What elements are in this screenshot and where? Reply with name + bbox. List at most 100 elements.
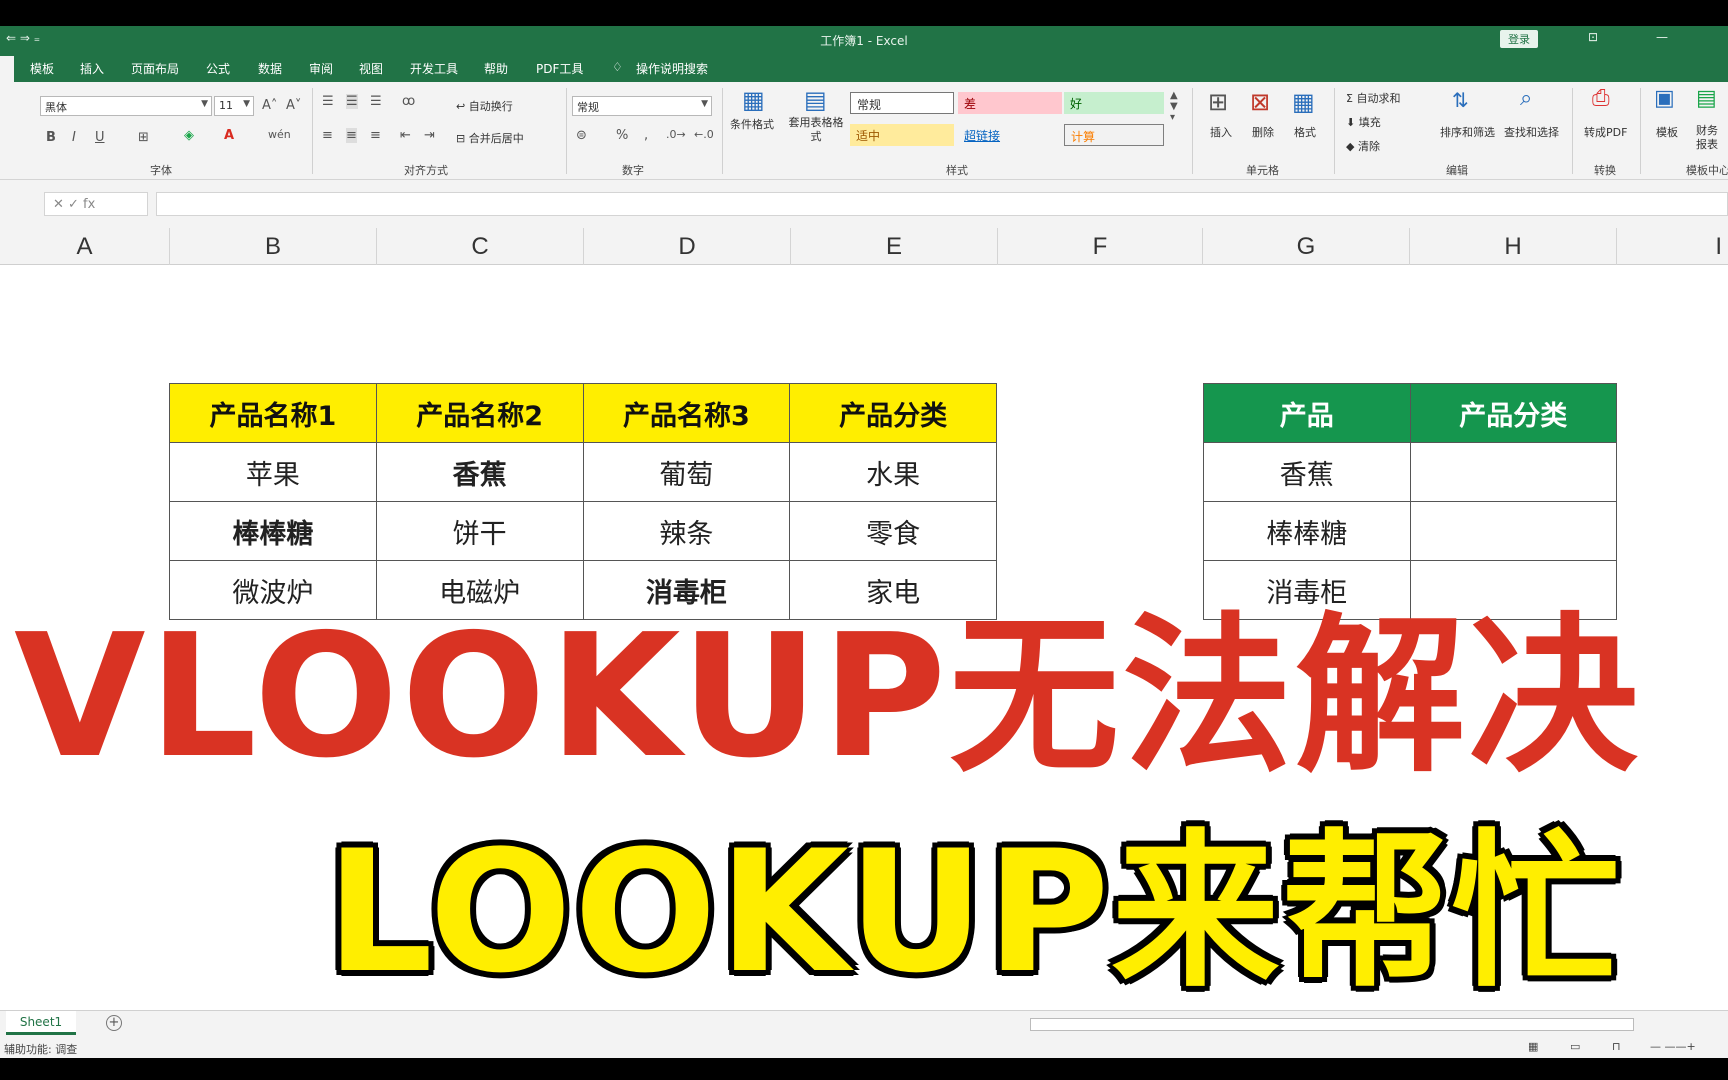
conditional-format-button[interactable]: 条件格式 bbox=[730, 116, 774, 132]
merge-center-button[interactable]: ⊟ 合并后居中 bbox=[456, 130, 524, 146]
col-header-c[interactable]: C bbox=[377, 228, 584, 265]
cell-highlighted[interactable]: 棒棒糖 bbox=[169, 501, 377, 561]
tab-page-layout[interactable]: 页面布局 bbox=[131, 60, 179, 77]
col-header-e[interactable]: E bbox=[791, 228, 998, 265]
wrap-text-button[interactable]: ↩ 自动换行 bbox=[456, 98, 513, 114]
header-cell[interactable]: 产品名称2 bbox=[375, 383, 584, 443]
increase-decimal-icon[interactable]: .0→ bbox=[666, 128, 686, 141]
insert-cells-button[interactable]: 插入 bbox=[1210, 124, 1232, 140]
finance-report-button[interactable]: 财务报表 bbox=[1696, 124, 1726, 154]
currency-icon[interactable]: ⊜ bbox=[576, 128, 587, 143]
zoom-slider[interactable]: — ——+ bbox=[1650, 1040, 1696, 1053]
tab-insert[interactable]: 插入 bbox=[80, 60, 104, 77]
sheet-tab-sheet1[interactable]: Sheet1 bbox=[6, 1011, 76, 1035]
col-header-d[interactable]: D bbox=[584, 228, 791, 265]
format-cells-button[interactable]: 格式 bbox=[1294, 124, 1316, 140]
style-good[interactable]: 好 bbox=[1064, 92, 1164, 114]
autosum-button[interactable]: Σ 自动求和 bbox=[1346, 90, 1400, 106]
col-header-i[interactable]: I bbox=[1617, 228, 1728, 265]
header-cell[interactable]: 产品名称3 bbox=[582, 383, 791, 443]
font-size-select[interactable]: 11 ▼ bbox=[214, 96, 254, 116]
align-center-icon[interactable]: ≡ bbox=[346, 128, 357, 143]
tab-active[interactable] bbox=[0, 56, 14, 82]
style-bad[interactable]: 差 bbox=[958, 92, 1062, 114]
decrease-decimal-icon[interactable]: ←.0 bbox=[694, 128, 714, 141]
header-cell[interactable]: 产品 bbox=[1203, 383, 1411, 443]
align-left-icon[interactable]: ≡ bbox=[322, 128, 333, 143]
align-right-icon[interactable]: ≡ bbox=[370, 128, 381, 143]
cell[interactable]: 苹果 bbox=[169, 442, 377, 502]
cell-highlighted[interactable]: 香蕉 bbox=[375, 442, 584, 502]
tab-developer[interactable]: 开发工具 bbox=[410, 60, 458, 77]
style-neutral[interactable]: 适中 bbox=[850, 124, 954, 146]
tab-template[interactable]: 模板 bbox=[30, 60, 54, 77]
align-middle-icon[interactable]: ☰ bbox=[346, 94, 358, 109]
comma-icon[interactable]: , bbox=[644, 128, 648, 143]
col-header-a[interactable]: A bbox=[0, 228, 170, 265]
clear-button[interactable]: ◆ 清除 bbox=[1346, 138, 1380, 154]
template-button[interactable]: 模板 bbox=[1656, 124, 1678, 140]
cell[interactable]: 棒棒糖 bbox=[1203, 501, 1411, 561]
cell-empty[interactable] bbox=[1409, 501, 1617, 561]
add-sheet-icon[interactable]: + bbox=[106, 1015, 122, 1031]
font-name-select[interactable]: 黑体 ▼ bbox=[40, 96, 212, 116]
tell-me-search[interactable]: 操作说明搜索 bbox=[636, 60, 708, 77]
style-calc[interactable]: 计算 bbox=[1064, 124, 1164, 146]
align-top-icon[interactable]: ☰ bbox=[322, 94, 334, 109]
border-icon[interactable]: ⊞ bbox=[138, 130, 149, 145]
ribbon-display-icon[interactable]: ⊡ bbox=[1588, 30, 1598, 44]
cell[interactable]: 葡萄 bbox=[582, 442, 791, 502]
minimize-icon[interactable]: — bbox=[1656, 30, 1668, 44]
cell[interactable]: 饼干 bbox=[375, 501, 584, 561]
normal-view-icon[interactable]: ▦ bbox=[1528, 1040, 1538, 1053]
align-bottom-icon[interactable]: ☰ bbox=[370, 94, 382, 109]
convert-pdf-button[interactable]: 转成PDF bbox=[1584, 124, 1627, 140]
tab-pdf-tools[interactable]: PDF工具 bbox=[536, 60, 583, 77]
fill-color-icon[interactable]: ◈ bbox=[184, 128, 194, 143]
formula-input[interactable] bbox=[156, 192, 1728, 216]
style-hyperlink[interactable]: 超链接 bbox=[958, 124, 1062, 146]
orientation-icon[interactable]: ꝏ bbox=[402, 94, 415, 109]
table-format-button[interactable]: 套用表格格式 bbox=[786, 116, 846, 144]
underline-icon[interactable]: U bbox=[95, 130, 105, 145]
italic-icon[interactable]: I bbox=[72, 130, 76, 145]
col-header-g[interactable]: G bbox=[1203, 228, 1410, 265]
header-cell[interactable]: 产品分类 bbox=[789, 383, 997, 443]
horizontal-scrollbar[interactable] bbox=[1030, 1018, 1634, 1031]
increase-font-icon[interactable]: A˄ bbox=[262, 98, 277, 113]
formula-controls[interactable]: ✕ ✓ fx bbox=[44, 192, 148, 216]
cell-empty[interactable] bbox=[1409, 442, 1617, 502]
accessibility-status[interactable]: 辅助功能: 调查 bbox=[4, 1041, 77, 1057]
styles-scroll-icon[interactable]: ▲ ▼ ▾ bbox=[1170, 90, 1178, 123]
find-select-button[interactable]: 查找和选择 bbox=[1504, 124, 1559, 140]
number-format-select[interactable]: 常规 ▼ bbox=[572, 96, 712, 116]
sort-filter-button[interactable]: 排序和筛选 bbox=[1440, 124, 1495, 140]
style-normal[interactable]: 常规 bbox=[850, 92, 954, 114]
indent-decrease-icon[interactable]: ⇤ bbox=[400, 128, 411, 143]
login-button[interactable]: 登录 bbox=[1500, 30, 1538, 48]
percent-icon[interactable]: % bbox=[616, 128, 628, 143]
col-header-f[interactable]: F bbox=[998, 228, 1203, 265]
cell[interactable]: 水果 bbox=[789, 442, 997, 502]
col-header-b[interactable]: B bbox=[170, 228, 377, 265]
phonetic-icon[interactable]: wén bbox=[268, 128, 291, 141]
tab-formulas[interactable]: 公式 bbox=[206, 60, 230, 77]
cell[interactable]: 香蕉 bbox=[1203, 442, 1411, 502]
decrease-font-icon[interactable]: A˅ bbox=[286, 98, 301, 113]
header-cell[interactable]: 产品名称1 bbox=[169, 383, 377, 443]
font-color-icon[interactable]: A bbox=[224, 128, 234, 143]
page-layout-view-icon[interactable]: ▭ bbox=[1570, 1040, 1580, 1053]
tab-view[interactable]: 视图 bbox=[359, 60, 383, 77]
tab-review[interactable]: 审阅 bbox=[309, 60, 333, 77]
delete-cells-button[interactable]: 删除 bbox=[1252, 124, 1274, 140]
fill-button[interactable]: ⬇ 填充 bbox=[1346, 114, 1381, 130]
cell[interactable]: 辣条 bbox=[582, 501, 791, 561]
tab-help[interactable]: 帮助 bbox=[484, 60, 508, 77]
header-cell[interactable]: 产品分类 bbox=[1409, 383, 1617, 443]
page-break-view-icon[interactable]: ⊓ bbox=[1612, 1040, 1621, 1053]
lightbulb-icon[interactable]: ♢ bbox=[612, 60, 623, 74]
cell[interactable]: 零食 bbox=[789, 501, 997, 561]
bold-icon[interactable]: B bbox=[46, 130, 56, 145]
col-header-h[interactable]: H bbox=[1410, 228, 1617, 265]
indent-increase-icon[interactable]: ⇥ bbox=[424, 128, 435, 143]
